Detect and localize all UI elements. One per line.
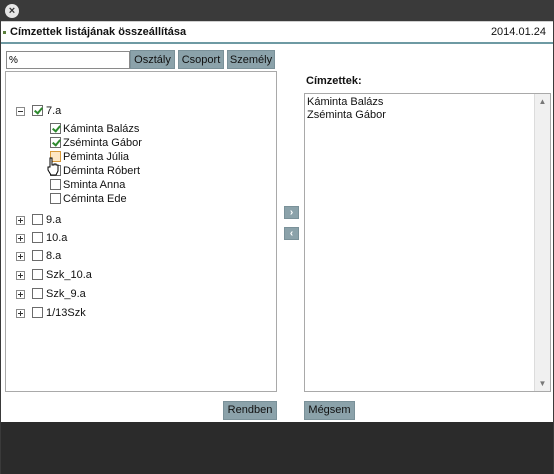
person-checkbox[interactable] xyxy=(50,193,61,204)
scroll-up-icon[interactable]: ▲ xyxy=(535,94,550,109)
scroll-down-icon[interactable]: ▼ xyxy=(535,376,550,391)
tree-group-szk9a: Szk_9.a xyxy=(6,287,276,301)
date-label: 2014.01.24 xyxy=(490,26,546,38)
tree-item: Zséminta Gábor xyxy=(6,136,276,150)
recipient-list-dialog: Címzettek listájának összeállítása 2014.… xyxy=(1,21,553,423)
remove-recipient-button[interactable]: ‹ xyxy=(284,227,299,240)
recipients-heading: Címzettek: xyxy=(306,75,362,87)
person-checkbox[interactable] xyxy=(50,179,61,190)
tree-group-label: 10.a xyxy=(46,232,68,244)
group-checkbox[interactable] xyxy=(32,307,43,318)
group-checkbox[interactable] xyxy=(32,214,43,225)
search-input[interactable] xyxy=(6,51,130,69)
tree-group-label: 1/13Szk xyxy=(46,307,86,319)
recipients-list: Káminta Balázs Zséminta Gábor ▲ ▼ xyxy=(304,93,551,392)
tree-item-label: Káminta Balázs xyxy=(63,123,140,135)
tree-item: Céminta Ede xyxy=(6,192,276,206)
tree-group-label: Szk_9.a xyxy=(46,288,86,300)
hand-cursor-icon xyxy=(47,157,59,176)
dialog-title: Címzettek listájának összeállítása xyxy=(10,26,187,38)
tree-group-7a: 7.a xyxy=(6,104,276,118)
group-checkbox[interactable] xyxy=(32,269,43,280)
recipient-tree: 7.a Káminta Balázs Zséminta Gábor Pémint… xyxy=(5,71,277,392)
expand-icon[interactable] xyxy=(16,234,25,243)
collapse-icon[interactable] xyxy=(16,107,25,116)
expand-icon[interactable] xyxy=(16,271,25,280)
close-icon[interactable]: × xyxy=(5,4,19,18)
tree-group-label: Szk_10.a xyxy=(46,269,92,281)
tree-group-1-13szk: 1/13Szk xyxy=(6,306,276,320)
group-checkbox[interactable] xyxy=(32,250,43,261)
ok-button[interactable]: Rendben xyxy=(223,401,277,420)
tree-item-label: Céminta Ede xyxy=(63,193,127,205)
filter-class-button[interactable]: Osztály xyxy=(130,50,175,69)
person-checkbox[interactable] xyxy=(50,123,61,134)
dialog-window: × Címzettek listájának összeállítása 201… xyxy=(0,0,554,474)
person-checkbox[interactable] xyxy=(50,137,61,148)
group-checkbox[interactable] xyxy=(32,232,43,243)
vertical-scrollbar[interactable]: ▲ ▼ xyxy=(534,94,550,391)
list-item[interactable]: Zséminta Gábor xyxy=(307,109,386,122)
filter-group-button[interactable]: Csoport xyxy=(178,50,224,69)
tree-item-label: Déminta Róbert xyxy=(63,165,141,177)
tree-item-label: Péminta Júlia xyxy=(63,151,130,163)
expand-icon[interactable] xyxy=(16,216,25,225)
tree-item: Káminta Balázs xyxy=(6,122,276,136)
list-item[interactable]: Káminta Balázs xyxy=(307,96,383,109)
tree-group-label: 7.a xyxy=(46,105,62,117)
tree-group-label: 8.a xyxy=(46,250,62,262)
footer-bar xyxy=(1,422,553,474)
tree-group-label: 9.a xyxy=(46,214,62,226)
tree-group-8a: 8.a xyxy=(6,249,276,263)
add-recipient-button[interactable]: › xyxy=(284,206,299,219)
tree-item-label: Sminta Anna xyxy=(63,179,126,191)
tree-item-label: Zséminta Gábor xyxy=(63,137,142,149)
expand-icon[interactable] xyxy=(16,290,25,299)
group-checkbox[interactable] xyxy=(32,105,43,116)
tree-group-szk10a: Szk_10.a xyxy=(6,268,276,282)
filter-person-button[interactable]: Személy xyxy=(227,50,275,69)
title-marker-icon xyxy=(3,31,6,34)
tree-group-10a: 10.a xyxy=(6,231,276,245)
group-checkbox[interactable] xyxy=(32,288,43,299)
expand-icon[interactable] xyxy=(16,309,25,318)
tree-group-9a: 9.a xyxy=(6,213,276,227)
cancel-button[interactable]: Mégsem xyxy=(304,401,355,420)
title-bar: Címzettek listájának összeállítása 2014.… xyxy=(1,22,553,44)
tree-item: Sminta Anna xyxy=(6,178,276,192)
expand-icon[interactable] xyxy=(16,252,25,261)
